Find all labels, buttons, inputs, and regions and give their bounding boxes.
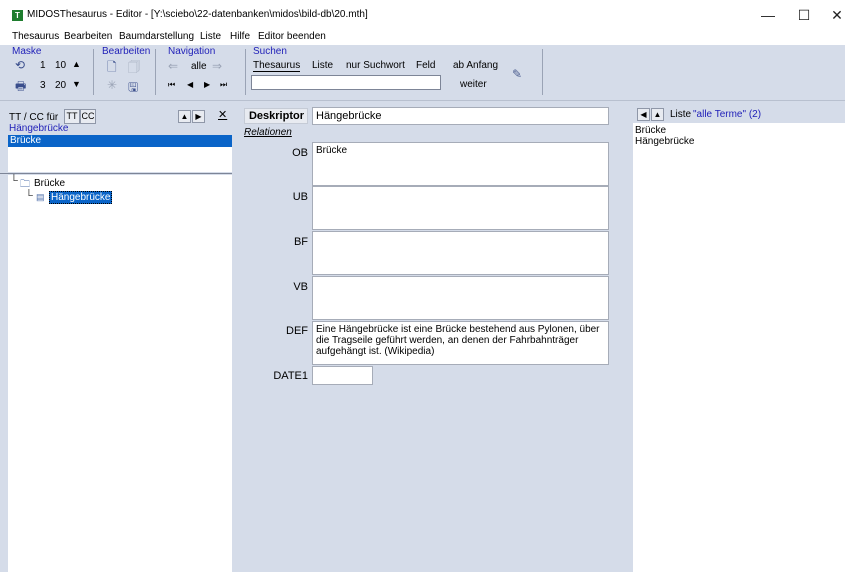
maske-20[interactable]: 20	[55, 80, 66, 91]
def-field[interactable]: Eine Hängebrücke ist eine Brücke bestehe…	[312, 321, 609, 365]
separator	[93, 49, 94, 95]
search-input[interactable]	[251, 75, 441, 90]
current-term: Hängebrücke	[9, 123, 69, 134]
left-arrow-button[interactable]: ◀	[637, 108, 650, 121]
menu-bearbeiten[interactable]: Bearbeiten	[64, 31, 112, 42]
list-item[interactable]: Brücke	[633, 123, 845, 136]
refresh-icon[interactable]: ⟲	[15, 58, 25, 72]
splitter[interactable]	[0, 173, 232, 174]
term-list-panel: ◀ ▲ Liste "alle Terme" (2) Brücke Hängeb…	[633, 101, 845, 572]
ob-field[interactable]: Brücke	[312, 142, 609, 186]
tree-line: └	[10, 175, 18, 187]
descriptor-panel: Deskriptor Hängebrücke Relationen OB Brü…	[232, 101, 633, 572]
right-arrow-button[interactable]: ▶	[192, 110, 205, 123]
first-record-icon[interactable]: ⏮	[168, 80, 175, 90]
prev-record-icon[interactable]: ◀	[187, 80, 193, 89]
bearbeiten-label: Bearbeiten	[102, 46, 151, 57]
maske-3[interactable]: 3	[40, 80, 46, 91]
tree-panel: TT / CC für TT CC ▲ ▶ ✕ Hängebrücke Brüc…	[0, 101, 232, 572]
title-bar: T MIDOSThesaurus - Editor - [Y:\sciebo\2…	[0, 0, 845, 30]
last-record-icon[interactable]: ⏭	[220, 80, 227, 90]
copy-icon[interactable]: 🗍	[128, 58, 140, 79]
vb-label: VB	[293, 281, 308, 293]
tab-thesaurus[interactable]: Thesaurus	[253, 60, 301, 72]
tt-cc-label: TT / CC für	[9, 112, 59, 123]
date1-field[interactable]	[312, 366, 373, 385]
maske-label: Maske	[12, 46, 42, 57]
ub-field[interactable]	[312, 186, 609, 230]
liste-label: Liste	[670, 109, 692, 120]
maske-10[interactable]: 10	[55, 60, 66, 71]
cc-list: Brücke	[8, 135, 232, 172]
new-document-icon[interactable]: 🗋	[107, 58, 117, 79]
app-icon: T	[12, 10, 23, 21]
date1-label: DATE1	[273, 370, 308, 382]
up-arrow-button[interactable]: ▲	[178, 110, 191, 123]
close-x-icon[interactable]: ✕	[218, 108, 227, 121]
toolbar: Maske ⟲ 1 10 ▲ 🖶 3 20 ▼ Bearbeiten 🗋 🗍 ✳…	[0, 45, 845, 101]
ub-label: UB	[292, 191, 308, 203]
menu-hilfe[interactable]: Hilfe	[230, 31, 250, 42]
up-arrow-icon[interactable]: ▲	[72, 59, 81, 69]
separator	[542, 49, 543, 95]
forward-icon[interactable]: ⇒	[212, 59, 222, 73]
def-label: DEF	[286, 325, 308, 337]
tree-node-root[interactable]: Brücke	[34, 178, 65, 189]
menu-baumdarstellung[interactable]: Baumdarstellung	[119, 31, 194, 42]
save-icon[interactable]: 🖫	[128, 78, 138, 99]
term-list: Brücke Hängebrücke	[633, 123, 845, 572]
up-arrow-button[interactable]: ▲	[651, 108, 664, 121]
bf-label: BF	[293, 236, 308, 248]
back-icon[interactable]: ⇐	[168, 59, 178, 73]
maske-1[interactable]: 1	[40, 60, 46, 71]
menu-bar: Thesaurus Bearbeiten Baumdarstellung Lis…	[0, 30, 845, 45]
cc-button[interactable]: CC	[80, 109, 96, 124]
document-icon: ▤	[36, 192, 45, 202]
ob-label: OB	[292, 147, 308, 159]
list-item[interactable]: Hängebrücke	[633, 136, 845, 147]
window-title: MIDOSThesaurus - Editor - [Y:\sciebo\22-…	[27, 9, 368, 20]
separator	[155, 49, 156, 95]
menu-editor-beenden[interactable]: Editor beenden	[258, 31, 326, 42]
navigation-label: Navigation	[168, 46, 216, 57]
bf-field[interactable]	[312, 231, 609, 275]
tab-nur-suchwort[interactable]: nur Suchwort	[346, 60, 405, 71]
sparkle-icon[interactable]: ✳	[107, 78, 117, 92]
tab-liste[interactable]: Liste	[312, 60, 333, 71]
close-button[interactable]: ✕	[815, 4, 845, 26]
tree-view: └ 🗀 Brücke └ ▤ Hängebrücke	[8, 175, 232, 572]
eraser-icon[interactable]: ✎	[512, 67, 522, 81]
menu-thesaurus[interactable]: Thesaurus	[12, 31, 59, 42]
navigation-alle[interactable]: alle	[191, 61, 207, 72]
next-record-icon[interactable]: ▶	[204, 80, 210, 89]
print-icon[interactable]: 🖶	[15, 77, 26, 98]
separator	[245, 49, 246, 95]
tree-node-selected[interactable]: Hängebrücke	[49, 191, 113, 204]
deskriptor-label: Deskriptor	[244, 108, 308, 124]
relationen-label: Relationen	[244, 127, 292, 138]
menu-liste[interactable]: Liste	[200, 31, 221, 42]
suchen-label: Suchen	[253, 46, 287, 57]
ab-anfang-button[interactable]: ab Anfang	[453, 60, 498, 71]
deskriptor-field[interactable]: Hängebrücke	[312, 107, 609, 125]
vb-field[interactable]	[312, 276, 609, 320]
tt-button[interactable]: TT	[64, 109, 80, 124]
tab-feld[interactable]: Feld	[416, 60, 435, 71]
list-item[interactable]: Brücke	[8, 135, 232, 147]
list-name: "alle Terme" (2)	[693, 109, 762, 120]
down-arrow-icon[interactable]: ▼	[72, 79, 81, 89]
weiter-button[interactable]: weiter	[460, 79, 487, 90]
tree-line: └	[25, 190, 33, 202]
